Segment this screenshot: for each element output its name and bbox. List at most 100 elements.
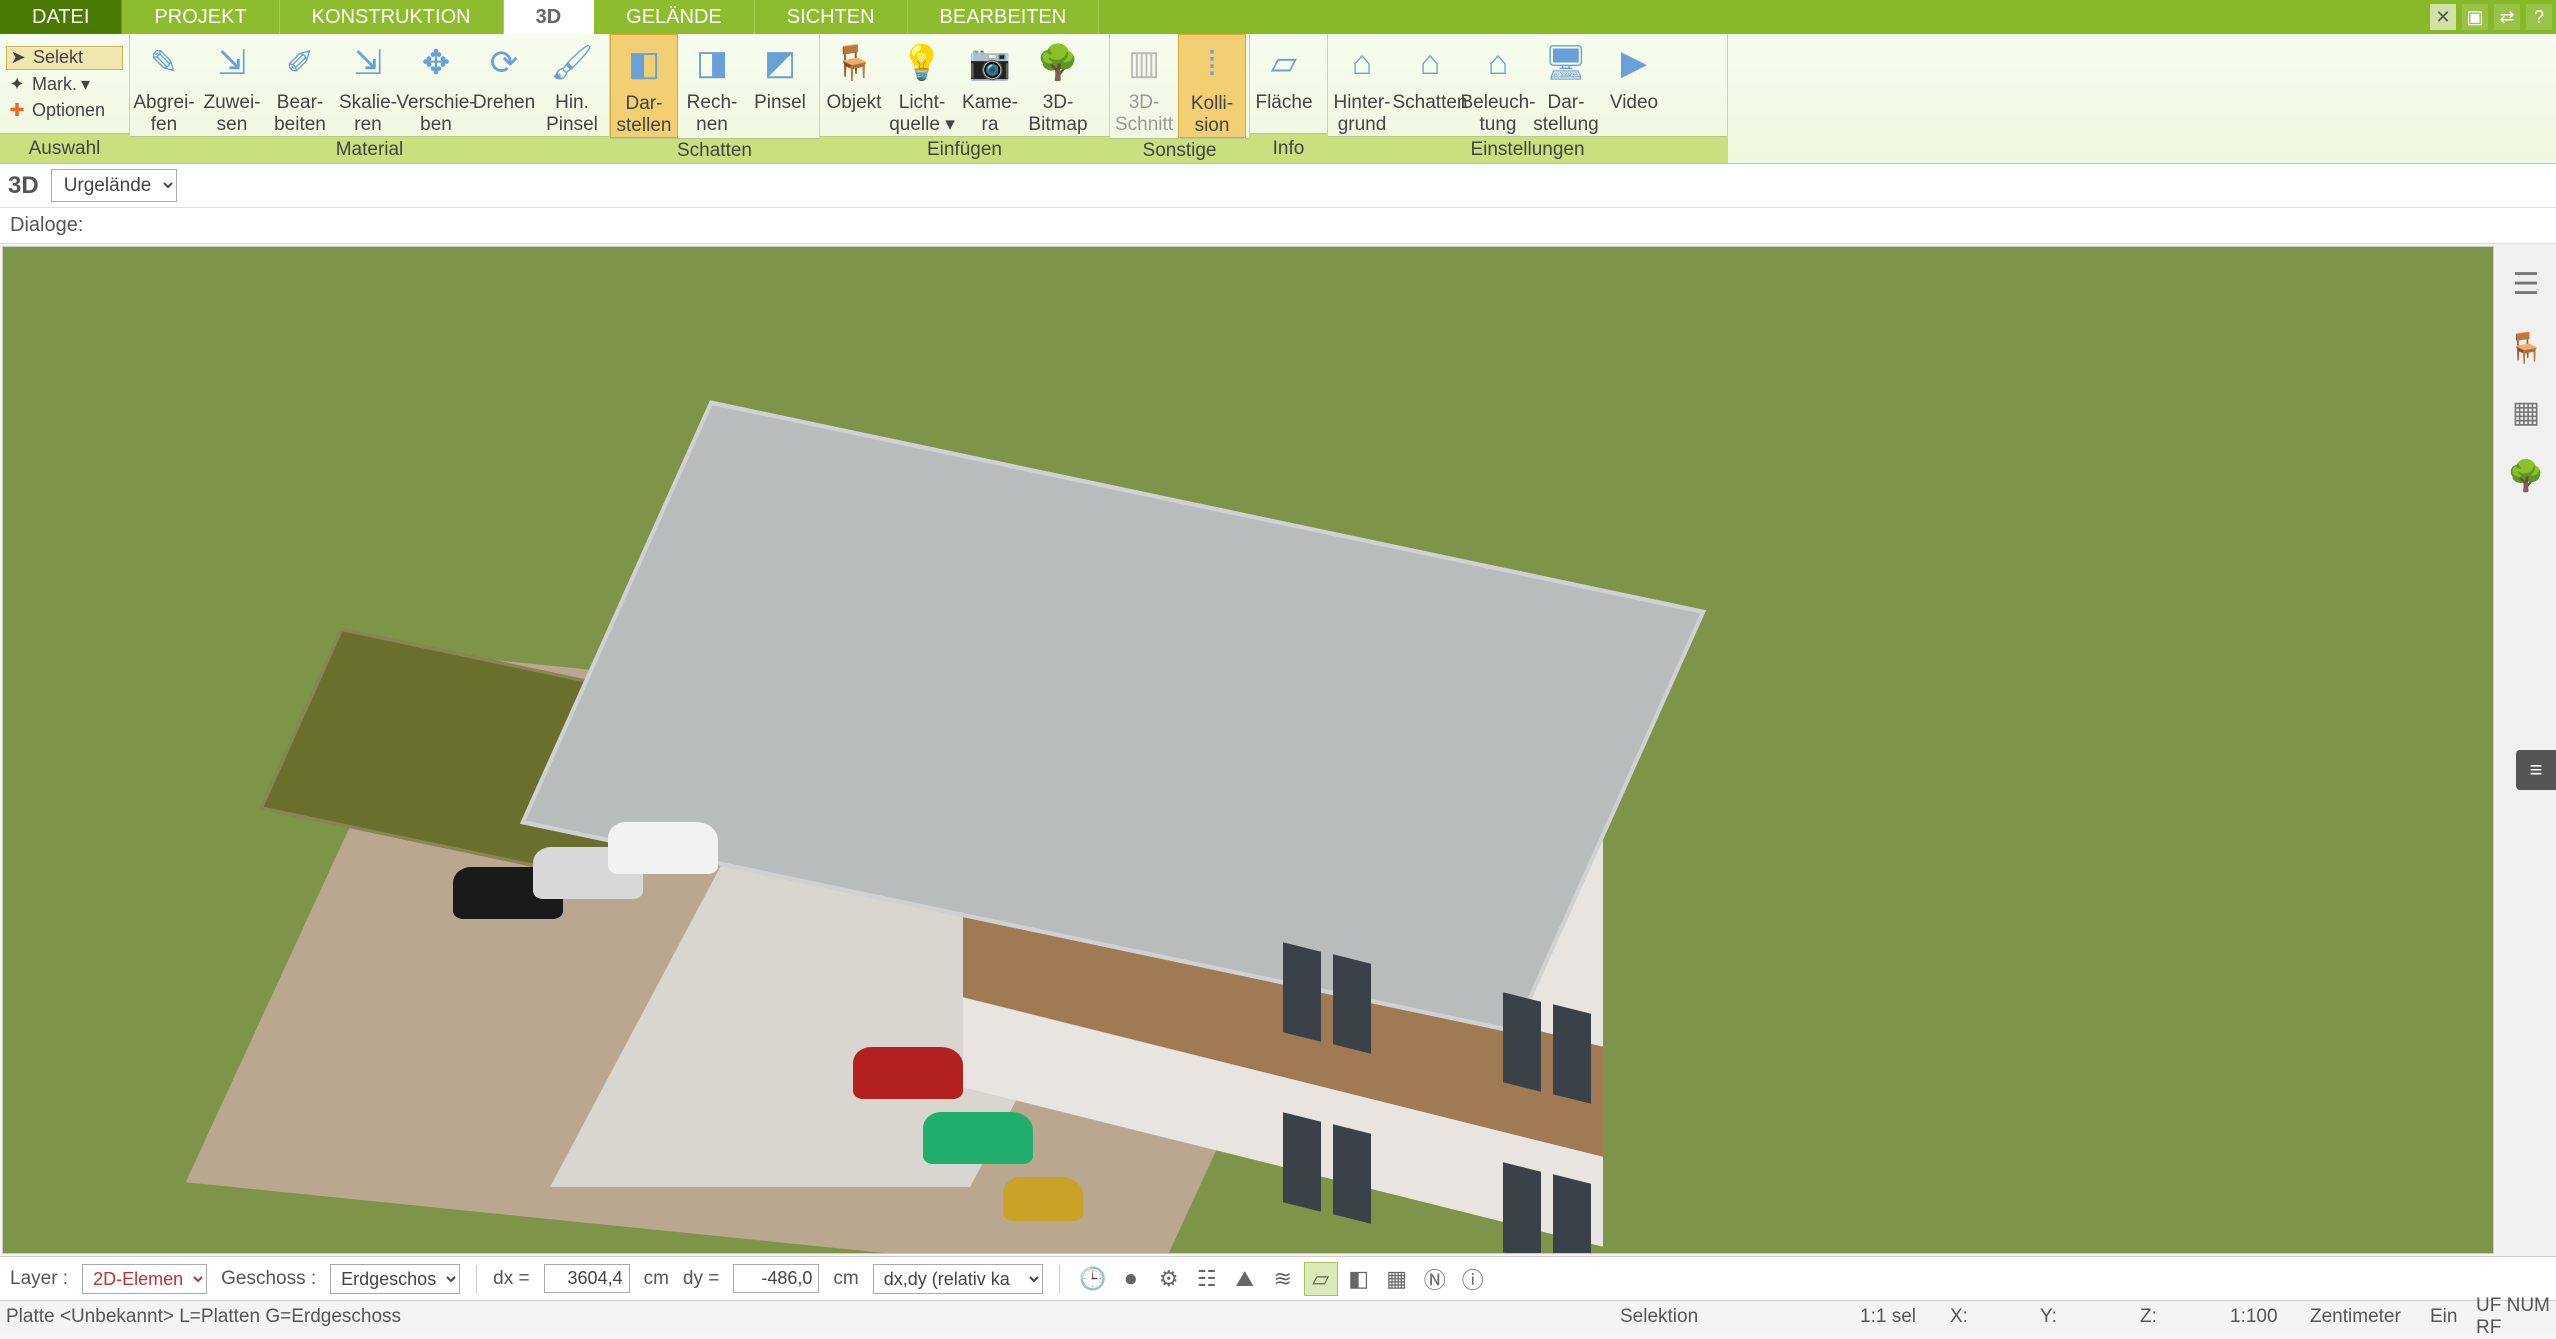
tool-objekt[interactable]: 🪑Objekt [820, 34, 888, 136]
tool-darstellen[interactable]: ◧Dar-stellen [610, 34, 678, 138]
tool-zuweisen[interactable]: ⇲Zuwei-sen [198, 34, 266, 136]
tab-projekt[interactable]: PROJEKT [122, 0, 279, 34]
coord-mode-select[interactable]: dx,dy (relativ ka [873, 1264, 1043, 1294]
tool-label: Hinter- [1333, 92, 1390, 114]
terrain-select[interactable]: Urgelände [51, 169, 177, 202]
status-y: Y: [2040, 1301, 2057, 1333]
tree-icon: 🌳 [1034, 42, 1082, 86]
record-icon[interactable]: ⏺ [1114, 1262, 1148, 1296]
tab-datei[interactable]: DATEI [0, 0, 122, 34]
tool-lichtquelle[interactable]: 💡Licht-quelle ▾ [888, 34, 956, 136]
tool-kollision[interactable]: ⁞Kolli-sion [1178, 34, 1246, 138]
layer-icon[interactable]: ▣ [2462, 4, 2488, 30]
tool-pinsel[interactable]: ◩Pinsel [746, 34, 814, 138]
tool-label: nen [696, 114, 728, 136]
tool-label: Kame- [962, 92, 1018, 114]
tool-kamera[interactable]: 📷Kame-ra [956, 34, 1024, 136]
tool-video[interactable]: ▶Video [1600, 34, 1668, 136]
tool-flaeche[interactable]: ▱Fläche [1250, 34, 1318, 133]
tool-skalieren[interactable]: ⇲ Skalie-ren [334, 34, 402, 136]
scene-window [1553, 1004, 1591, 1103]
scene-window [1283, 1112, 1321, 1211]
tool-hintergrund[interactable]: ⌂Hinter-grund [1328, 34, 1396, 136]
tab-3d[interactable]: 3D [504, 0, 595, 34]
view-selector-bar: 3D Urgelände [0, 164, 2556, 208]
cube2-icon: ◨ [688, 42, 736, 86]
panel-label-schatten: Schatten [610, 138, 819, 163]
tool-schatten2[interactable]: ⌂Schatten [1396, 34, 1464, 136]
north-icon[interactable]: Ⓝ [1418, 1262, 1452, 1296]
window-controls: ✎ ▣ ⇄ ? — ❐ ✕ [2430, 0, 2552, 34]
tool-verschieben[interactable]: ✥Verschie-ben [402, 34, 470, 136]
tool-label: quelle ▾ [889, 114, 955, 136]
section-icon: ▥ [1120, 42, 1168, 86]
monitor-icon: 🖥 [1542, 42, 1590, 86]
tool-abgreifen[interactable]: ✎Abgrei-fen [130, 34, 198, 136]
house-shadow-icon: ⌂ [1406, 42, 1454, 86]
tool-label: Dar- [1548, 92, 1585, 114]
tool-label: sen [217, 114, 248, 136]
tool-label: Video [1610, 92, 1658, 114]
tool-darstellung[interactable]: 🖥Dar-stellung [1532, 34, 1600, 136]
tab-bearbeiten[interactable]: BEARBEITEN [908, 0, 1100, 34]
tool-label: Bear- [277, 92, 323, 114]
scene-car [608, 822, 718, 874]
dy-input[interactable] [733, 1264, 819, 1293]
layer-select[interactable]: 2D-Elemen [82, 1264, 207, 1294]
chair-icon: 🪑 [830, 42, 878, 86]
panel-einfuegen: 🪑Objekt💡Licht-quelle ▾📷Kame-ra🌳3D-Bitmap… [820, 34, 1110, 163]
status-ein: Ein [2430, 1301, 2457, 1333]
info2-icon[interactable]: ⓘ [1456, 1262, 1490, 1296]
clock-icon[interactable]: 🕒 [1076, 1262, 1110, 1296]
dashline-icon[interactable]: ≋ [1266, 1262, 1300, 1296]
tab-konstruktion[interactable]: KONSTRUKTION [280, 0, 504, 34]
tool-hinpinsel[interactable]: 🖌Hin.Pinsel [538, 34, 606, 136]
gear-icon[interactable]: ⚙ [1152, 1262, 1186, 1296]
unit-cm: cm [644, 1268, 669, 1290]
palette-icon[interactable]: ▦ [2506, 392, 2546, 432]
close-icon[interactable]: ✕ [2430, 4, 2456, 30]
tab-gelaende[interactable]: GELÄNDE [594, 0, 755, 34]
dx-label: dx = [493, 1268, 529, 1290]
dx-input[interactable] [544, 1264, 630, 1293]
tool-label: sion [1195, 115, 1230, 137]
select-button[interactable]: ➤ Selekt [6, 46, 123, 70]
3d-viewport[interactable] [2, 246, 2494, 1254]
cube4-icon[interactable]: ◧ [1342, 1262, 1376, 1296]
help-icon[interactable]: ? [2526, 4, 2552, 30]
swap-icon[interactable]: ⇄ [2494, 4, 2520, 30]
tool-drehen[interactable]: ⟳Drehen [470, 34, 538, 136]
tool-label: ben [420, 114, 452, 136]
tool-rechnen[interactable]: ◨Rech-nen [678, 34, 746, 138]
geschoss-select[interactable]: Erdgeschos [330, 1264, 460, 1294]
tab-sichten[interactable]: SICHTEN [755, 0, 908, 34]
panel-einstellungen: ⌂Hinter-grund⌂Schatten⌂Beleuch-tung🖥 Dar-… [1328, 34, 1728, 163]
tool-label: ren [354, 114, 381, 136]
plane-on-icon[interactable]: ▱ [1304, 1262, 1338, 1296]
wand-icon: ✦ [6, 74, 28, 96]
plus-icon: ✚ [6, 100, 28, 122]
panel-info: ▱Fläche Info [1250, 34, 1328, 163]
scene-car [853, 1047, 963, 1099]
layers-icon[interactable]: ☰ [2506, 264, 2546, 304]
grid-icon[interactable]: ▦ [1380, 1262, 1414, 1296]
options-button[interactable]: ✚ Optionen [6, 100, 123, 122]
chair2-icon[interactable]: 🪑 [2506, 328, 2546, 368]
tool-label: Pinsel [546, 114, 598, 136]
tool-bearbeiten[interactable]: ✐Bear-beiten [266, 34, 334, 136]
layers2-icon[interactable]: ☷ [1190, 1262, 1224, 1296]
status-flags: UF NUM RF [2476, 1301, 2556, 1333]
layer-label: Layer : [10, 1268, 68, 1290]
mark-button[interactable]: ✦ Mark. ▾ [6, 74, 123, 96]
collision-icon: ⁞ [1188, 43, 1236, 87]
dialoge-label: Dialoge: [10, 214, 83, 237]
tool-label: ra [982, 114, 999, 136]
side-drawer-handle[interactable]: ≡ [2516, 750, 2556, 790]
mountain-icon[interactable]: ⛰ [1228, 1262, 1262, 1296]
tool-3dbitmap[interactable]: 🌳3D-Bitmap [1024, 34, 1092, 136]
tool-label: Schnitt [1115, 114, 1173, 136]
tool-beleuchtung[interactable]: ⌂Beleuch-tung [1464, 34, 1532, 136]
tree2-icon[interactable]: 🌳 [2506, 456, 2546, 496]
tool-label: Skalie- [339, 92, 397, 114]
scale-icon: ⇲ [344, 42, 392, 86]
